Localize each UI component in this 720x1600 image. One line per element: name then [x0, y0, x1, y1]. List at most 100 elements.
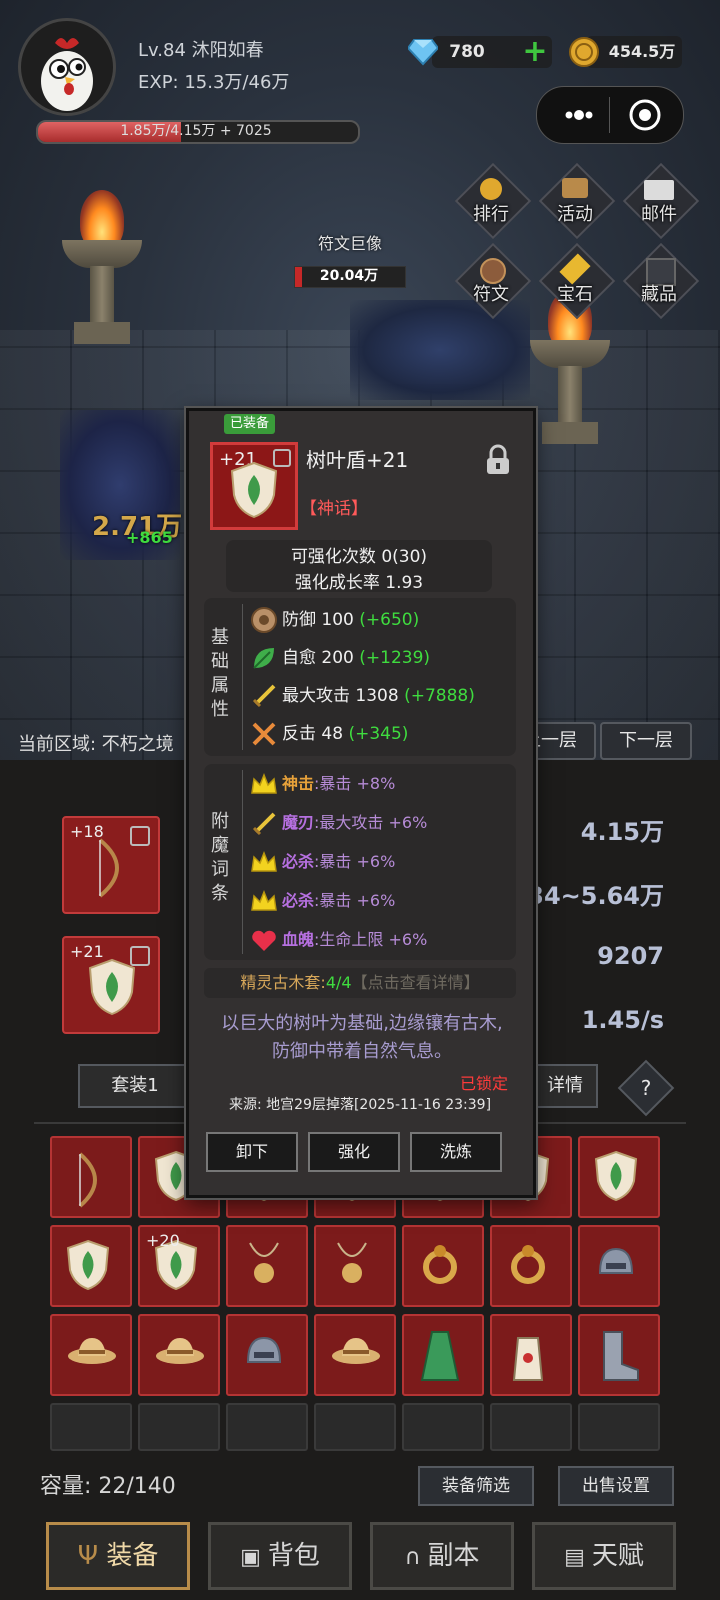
bag-icon: ▣: [240, 1545, 268, 1570]
gems-label: 宝石: [557, 284, 593, 305]
nav-equipment[interactable]: Ψ 装备: [46, 1522, 190, 1590]
inventory-slot[interactable]: [402, 1225, 484, 1307]
padlock-toggle-icon[interactable]: [484, 444, 512, 480]
equipped-weapon-slot[interactable]: +18: [62, 816, 160, 914]
crown-icon: [250, 771, 278, 799]
inventory-slot[interactable]: [226, 1314, 308, 1396]
base-attribute-row: 反击 48 (+345): [250, 716, 408, 752]
necklace-icon: [242, 1239, 286, 1295]
enchant-row: 血魄:生命上限 +6%: [250, 922, 427, 958]
trophy-icon: [480, 178, 502, 200]
empty-inventory-slot[interactable]: [578, 1403, 660, 1451]
enchant-name: 魔刃: [282, 813, 315, 832]
sell-settings-button[interactable]: 出售设置: [558, 1466, 674, 1506]
inventory-slot[interactable]: [578, 1225, 660, 1307]
enchant-effect: :暴击 +8%: [314, 774, 396, 793]
inventory-slot[interactable]: [226, 1225, 308, 1307]
nav-bag[interactable]: ▣ 背包: [208, 1522, 352, 1590]
empty-inventory-slot[interactable]: [50, 1403, 132, 1451]
trident-icon: Ψ: [77, 1541, 107, 1571]
attribute-value: 反击 48: [282, 724, 349, 744]
player-name: Lv.84 沐阳如春: [138, 40, 264, 61]
bow-icon: [66, 1150, 116, 1214]
inventory-slot[interactable]: [50, 1136, 132, 1218]
empty-inventory-slot[interactable]: [226, 1403, 308, 1451]
details-button[interactable]: 详情: [532, 1064, 598, 1108]
player-avatar[interactable]: [18, 18, 116, 116]
enchant-row: 魔刃:最大攻击 +6%: [250, 805, 427, 841]
nav-dungeon-label: 副本: [427, 1541, 480, 1571]
base-attribute-row: 防御 100 (+650): [250, 602, 419, 638]
base-attributes-title: 基础属性: [211, 627, 229, 720]
slot-enhance-level: +20: [146, 1231, 180, 1250]
item-description: 以巨大的树叶为基础,边缘镶有古木,防御中带着自然气息。: [221, 1013, 503, 1062]
empty-inventory-slot[interactable]: [314, 1403, 396, 1451]
inventory-slot[interactable]: [402, 1314, 484, 1396]
inventory-slot[interactable]: [50, 1314, 132, 1396]
enhance-button[interactable]: 强化: [308, 1132, 400, 1172]
straw-hat-icon: [154, 1328, 206, 1372]
runes-label: 符文: [473, 284, 509, 305]
rank-button[interactable]: 排行: [452, 162, 532, 244]
enchant-effect: :暴击 +6%: [314, 852, 396, 871]
enchant-row: 必杀:暴击 +6%: [250, 883, 395, 919]
more-menu-button[interactable]: [551, 101, 607, 129]
empty-inventory-slot[interactable]: [138, 1403, 220, 1451]
current-area: 当前区域: 不朽之境: [18, 734, 174, 755]
item-source: 来源: 地宫29层掉落[2025-11-16 23:39]: [228, 1097, 492, 1113]
inventory-slot[interactable]: +20: [138, 1225, 220, 1307]
growth-rate: 强化成长率 1.93: [294, 573, 424, 593]
heart-icon: [250, 927, 278, 955]
empty-inventory-slot[interactable]: [490, 1403, 572, 1451]
boot-icon: [594, 1328, 642, 1388]
leaf-shield-icon: [88, 958, 136, 1020]
left-brazier: [62, 190, 142, 350]
base-attribute-row: 自愈 200 (+1239): [250, 640, 430, 676]
inventory-slot[interactable]: [490, 1314, 572, 1396]
events-button[interactable]: 活动: [536, 162, 616, 244]
reroll-button[interactable]: 洗炼: [410, 1132, 502, 1172]
necklace-icon: [330, 1239, 374, 1295]
regen-leaf-icon: [250, 644, 278, 672]
nav-equipment-label: 装备: [106, 1541, 159, 1571]
crown-icon: [250, 849, 278, 877]
inventory-slot[interactable]: [490, 1225, 572, 1307]
defense-icon: [250, 606, 278, 634]
inventory-slot[interactable]: [314, 1314, 396, 1396]
lock-icon: [130, 826, 150, 846]
equipped-shield-slot[interactable]: +21: [62, 936, 160, 1034]
nav-dungeon[interactable]: ∩ 副本: [370, 1522, 514, 1590]
floating-heal-text: +865: [126, 528, 173, 547]
empty-inventory-slot[interactable]: [402, 1403, 484, 1451]
set-bonus-row[interactable]: 精灵古木套:4/4【点击查看详情】: [204, 968, 516, 998]
enchant-row: 必杀:暴击 +6%: [250, 844, 395, 880]
add-gems-button[interactable]: +: [518, 36, 552, 68]
next-floor-button[interactable]: 下一层: [600, 722, 692, 760]
unequip-button[interactable]: 卸下: [206, 1132, 298, 1172]
attribute-bonus: (+7888): [404, 686, 475, 706]
enchant-section: 附魔词条 神击:暴击 +8% 魔刃:最大攻击 +6% 必杀:暴击 +6% 必杀:暴击 …: [204, 764, 516, 960]
mail-label: 邮件: [641, 204, 677, 225]
inventory-slot[interactable]: [314, 1225, 396, 1307]
gate-icon: ∩: [404, 1545, 428, 1570]
section-divider: [242, 770, 243, 954]
runes-button[interactable]: 符文: [452, 242, 532, 324]
set-detail-hint: 【点击查看详情】: [351, 973, 480, 992]
nav-talent[interactable]: ▤ 天赋: [532, 1522, 676, 1590]
set-1-tab[interactable]: 套装1: [78, 1064, 192, 1108]
sword-icon: [250, 810, 278, 838]
close-miniprogram-button[interactable]: [627, 97, 663, 133]
mail-button[interactable]: 邮件: [620, 162, 700, 244]
inventory-slot[interactable]: [138, 1314, 220, 1396]
collection-button[interactable]: 藏品: [620, 242, 700, 324]
help-icon: ?: [640, 1076, 652, 1100]
counter-icon: [250, 720, 278, 748]
attribute-bonus: (+650): [359, 610, 420, 630]
inventory-slot[interactable]: [578, 1314, 660, 1396]
inventory-slot[interactable]: [578, 1136, 660, 1218]
inventory-slot[interactable]: [50, 1225, 132, 1307]
gems-button[interactable]: 宝石: [536, 242, 616, 324]
equipment-filter-button[interactable]: 装备筛选: [418, 1466, 534, 1506]
set-count: 4/4: [325, 973, 352, 992]
enchant-name: 必杀: [282, 852, 315, 871]
